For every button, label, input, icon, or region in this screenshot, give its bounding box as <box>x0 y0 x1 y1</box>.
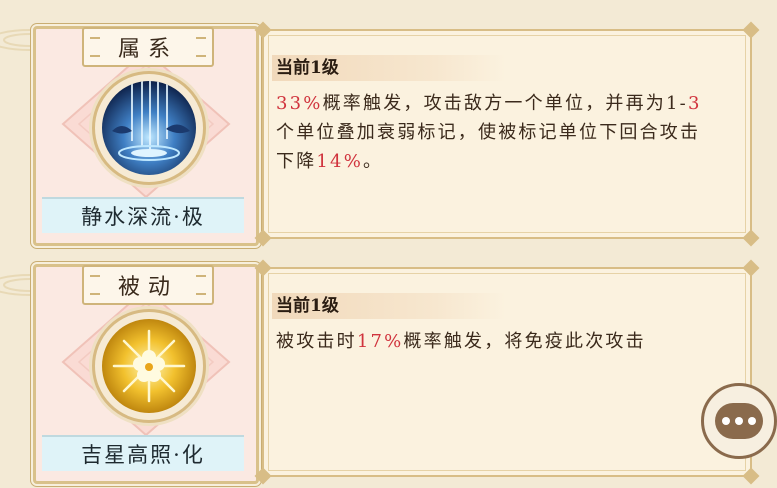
skill-level: 当前1级 <box>272 55 506 81</box>
desc-highlight: 14% <box>316 151 364 172</box>
desc-highlight: 3 <box>687 93 702 114</box>
skill-row: 被动 吉星高照·化 当前1级 被攻击时17%概率触发，将免疫此次攻击 <box>0 256 777 485</box>
skill-type-label: 属系 <box>117 37 178 62</box>
skill-row: 属系 静水深流·极 当前1级 33%概率触发，攻击敌方一个单位，并再为1-3个单… <box>0 18 777 247</box>
skill-card[interactable]: 被动 吉星高照·化 <box>33 264 259 484</box>
desc-text: 被攻击时 <box>276 331 357 352</box>
skill-emblem <box>92 71 206 185</box>
skill-description-panel: 当前1级 33%概率触发，攻击敌方一个单位，并再为1-3个单位叠加衰弱标记，使被… <box>254 21 760 247</box>
skill-card[interactable]: 属系 静水深流·极 <box>33 26 259 246</box>
skill-name: 静水深流·极 <box>42 197 244 233</box>
desc-text: 概率触发，攻击敌方一个单位，并再为1- <box>322 93 688 114</box>
skill-description: 33%概率触发，攻击敌方一个单位，并再为1-3个单位叠加衰弱标记，使被标记单位下… <box>276 89 712 176</box>
skill-level: 当前1级 <box>272 293 506 319</box>
desc-text: 。 <box>363 151 384 172</box>
skill-name: 吉星高照·化 <box>42 435 244 471</box>
golden-flower-emblem-icon <box>102 319 196 413</box>
skill-type-label: 被动 <box>117 275 178 300</box>
skill-description: 被攻击时17%概率触发，将免疫此次攻击 <box>276 327 712 356</box>
desc-highlight: 17% <box>356 331 404 352</box>
waterfall-emblem-icon <box>102 81 196 175</box>
desc-text: 概率触发，将免疫此次攻击 <box>403 331 646 352</box>
skill-type-tab: 被动 <box>82 265 214 305</box>
chat-button[interactable] <box>701 383 777 459</box>
desc-highlight: 33% <box>276 93 323 114</box>
skill-description-panel: 当前1级 被攻击时17%概率触发，将免疫此次攻击 <box>254 259 760 485</box>
chat-bubble-icon <box>715 403 763 439</box>
skill-emblem <box>92 309 206 423</box>
skill-type-tab: 属系 <box>82 27 214 67</box>
